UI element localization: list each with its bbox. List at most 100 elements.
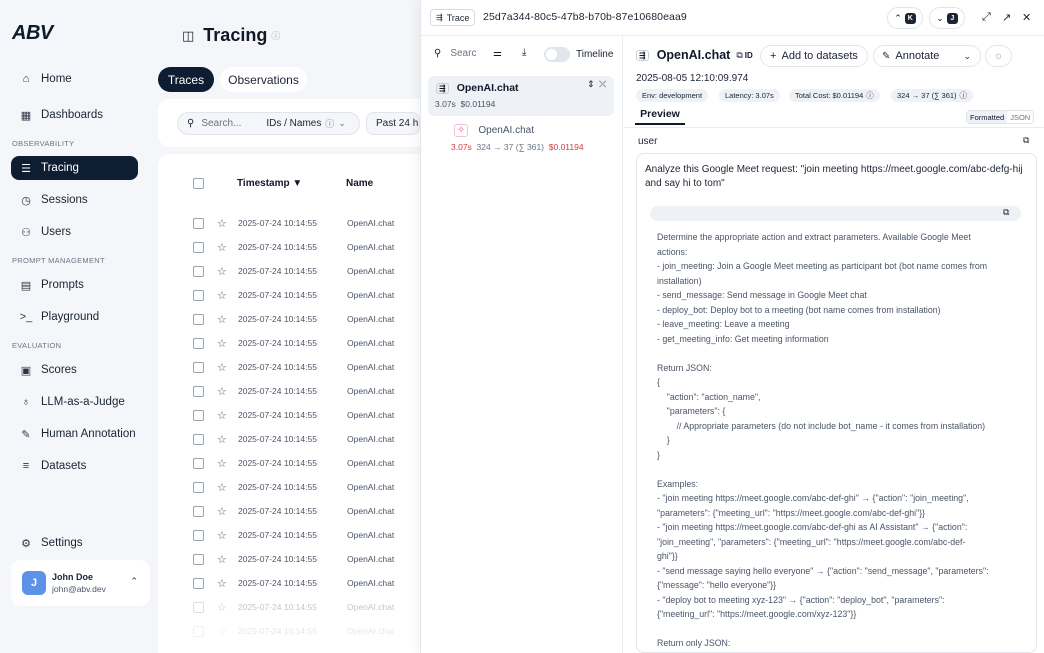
row-checkbox[interactable] <box>193 601 204 613</box>
table-row[interactable]: ☆ 2025-07-24 10:14:55 OpenAI.chat <box>158 547 420 571</box>
table-row[interactable]: ☆ 2025-07-24 10:14:55 OpenAI.chat <box>158 307 420 331</box>
expand-icon[interactable]: ⤢ <box>982 11 991 24</box>
info-icon[interactable]: ⓘ <box>271 29 280 42</box>
sidebar-toggle-icon[interactable]: ◫ <box>182 28 194 44</box>
app-logo[interactable]: ABV <box>12 22 53 45</box>
format-option-formatted[interactable]: Formatted <box>967 111 1008 123</box>
user-menu[interactable]: J John Doe john@abv.dev ⌃ <box>11 560 150 606</box>
row-name[interactable]: OpenAI.chat <box>347 314 394 324</box>
star-icon[interactable]: ☆ <box>217 481 229 494</box>
star-icon[interactable]: ☆ <box>217 529 229 542</box>
previous-trace-button[interactable]: ⌃ K <box>887 7 923 29</box>
search-input[interactable]: ⚲ Search... IDs / Names ⓘ ⌄ <box>177 112 360 135</box>
table-row[interactable]: ☆ 2025-07-24 10:14:55 OpenAI.chat <box>158 331 420 355</box>
select-all-checkbox[interactable] <box>193 178 204 189</box>
star-icon[interactable]: ☆ <box>217 505 229 518</box>
star-icon[interactable]: ☆ <box>217 433 229 446</box>
collapse-icon[interactable]: ⤫ <box>599 79 606 90</box>
star-icon[interactable]: ☆ <box>217 577 229 590</box>
comments-button[interactable]: ◌ <box>985 45 1012 67</box>
star-icon[interactable]: ☆ <box>217 385 229 398</box>
star-icon[interactable]: ☆ <box>217 337 229 350</box>
search-mode-select[interactable]: IDs / Names <box>266 118 321 129</box>
copy-icon[interactable]: ⧉ <box>1023 135 1029 146</box>
table-row[interactable]: ☆ 2025-07-24 10:14:55 OpenAI.chat <box>158 259 420 283</box>
tab-preview[interactable]: Preview <box>635 108 685 125</box>
table-row[interactable]: ☆ 2025-07-24 10:14:55 OpenAI.chat <box>158 595 420 619</box>
row-name[interactable]: OpenAI.chat <box>347 458 394 468</box>
row-name[interactable]: OpenAI.chat <box>347 218 394 228</box>
sidebar-item-llm-as-a-judge[interactable]: ♁ LLM-as-a-Judge <box>11 390 138 414</box>
row-name[interactable]: OpenAI.chat <box>347 482 394 492</box>
row-name[interactable]: OpenAI.chat <box>347 554 394 564</box>
row-name[interactable]: OpenAI.chat <box>347 266 394 276</box>
copy-icon[interactable]: ⧉ <box>1003 207 1009 218</box>
sidebar-item-datasets[interactable]: ≡ Datasets <box>11 454 138 478</box>
sidebar-item-sessions[interactable]: ◷ Sessions <box>11 188 138 212</box>
row-checkbox[interactable] <box>193 361 204 373</box>
row-name[interactable]: OpenAI.chat <box>347 338 394 348</box>
add-to-datasets-button[interactable]: + Add to datasets <box>760 45 868 67</box>
column-header-timestamp[interactable]: Timestamp ▼ <box>237 178 302 189</box>
sidebar-item-dashboards[interactable]: ▦ Dashboards <box>11 103 138 127</box>
table-row[interactable]: ☆ 2025-07-24 10:14:55 OpenAI.chat <box>158 379 420 403</box>
row-name[interactable]: OpenAI.chat <box>347 362 394 372</box>
star-icon[interactable]: ☆ <box>217 361 229 374</box>
sidebar-item-human-annotation[interactable]: ✎ Human Annotation <box>11 422 138 446</box>
row-checkbox[interactable] <box>193 337 204 349</box>
table-row[interactable]: ☆ 2025-07-24 10:14:55 OpenAI.chat <box>158 235 420 259</box>
row-name[interactable]: OpenAI.chat <box>347 602 394 612</box>
row-checkbox[interactable] <box>193 481 204 493</box>
row-name[interactable]: OpenAI.chat <box>347 410 394 420</box>
filter-sliders-icon[interactable]: ⚌ <box>493 48 502 59</box>
row-checkbox[interactable] <box>193 241 204 253</box>
table-row[interactable]: ☆ 2025-07-24 10:14:55 OpenAI.chat <box>158 475 420 499</box>
copy-icon[interactable]: ⧉ <box>736 50 742 61</box>
row-name[interactable]: OpenAI.chat <box>347 626 394 636</box>
row-name[interactable]: OpenAI.chat <box>347 578 394 588</box>
chevron-updown-icon[interactable]: ⇕ <box>587 79 595 90</box>
row-checkbox[interactable] <box>193 505 204 517</box>
sidebar-item-prompts[interactable]: ▤ Prompts <box>11 273 138 297</box>
table-row[interactable]: ☆ 2025-07-24 10:14:55 OpenAI.chat <box>158 499 420 523</box>
sidebar-item-playground[interactable]: >_ Playground <box>11 305 138 329</box>
next-trace-button[interactable]: ⌄ J <box>929 7 965 29</box>
tree-search-input[interactable]: ⚲ Search <box>434 48 476 59</box>
column-header-name[interactable]: Name <box>346 178 373 189</box>
open-external-icon[interactable]: ↗ <box>1002 11 1011 24</box>
close-icon[interactable]: ✕ <box>1022 11 1031 24</box>
star-icon[interactable]: ☆ <box>217 601 229 614</box>
id-label[interactable]: ID <box>745 51 753 60</box>
row-checkbox[interactable] <box>193 457 204 469</box>
tree-node-child[interactable]: ✧ OpenAI.chat <box>454 124 534 137</box>
table-row[interactable]: ☆ 2025-07-24 10:14:55 OpenAI.chat <box>158 427 420 451</box>
star-icon[interactable]: ☆ <box>217 241 229 254</box>
table-row[interactable]: ☆ 2025-07-24 10:14:55 OpenAI.chat <box>158 451 420 475</box>
trace-id[interactable]: 25d7a344-80c5-47b8-b70b-87e10680eaa9 <box>483 11 687 23</box>
row-name[interactable]: OpenAI.chat <box>347 434 394 444</box>
row-name[interactable]: OpenAI.chat <box>347 290 394 300</box>
annotate-button[interactable]: ✎ Annotate ⌄ <box>873 45 981 67</box>
timeline-toggle[interactable] <box>544 47 570 62</box>
star-icon[interactable]: ☆ <box>217 553 229 566</box>
table-row[interactable]: ☆ 2025-07-24 10:14:55 OpenAI.chat <box>158 355 420 379</box>
table-row[interactable]: ☆ 2025-07-24 10:14:55 OpenAI.chat <box>158 211 420 235</box>
row-checkbox[interactable] <box>193 313 204 325</box>
row-checkbox[interactable] <box>193 217 204 229</box>
tab-traces[interactable]: Traces <box>158 67 214 92</box>
table-row[interactable]: ☆ 2025-07-24 10:14:55 OpenAI.chat <box>158 523 420 547</box>
tab-observations[interactable]: Observations <box>220 67 307 92</box>
row-checkbox[interactable] <box>193 385 204 397</box>
star-icon[interactable]: ☆ <box>217 625 229 638</box>
format-option-json[interactable]: JSON <box>1007 111 1033 123</box>
sidebar-item-settings[interactable]: ⚙ Settings <box>11 531 138 555</box>
table-row[interactable]: ☆ 2025-07-24 10:14:55 OpenAI.chat <box>158 619 420 643</box>
star-icon[interactable]: ☆ <box>217 289 229 302</box>
sidebar-item-scores[interactable]: ▣ Scores <box>11 358 138 382</box>
sidebar-item-tracing[interactable]: ☰ Tracing <box>11 156 138 180</box>
star-icon[interactable]: ☆ <box>217 457 229 470</box>
star-icon[interactable]: ☆ <box>217 217 229 230</box>
table-row[interactable]: ☆ 2025-07-24 10:14:55 OpenAI.chat <box>158 571 420 595</box>
table-row[interactable]: ☆ 2025-07-24 10:14:55 OpenAI.chat <box>158 283 420 307</box>
row-name[interactable]: OpenAI.chat <box>347 242 394 252</box>
